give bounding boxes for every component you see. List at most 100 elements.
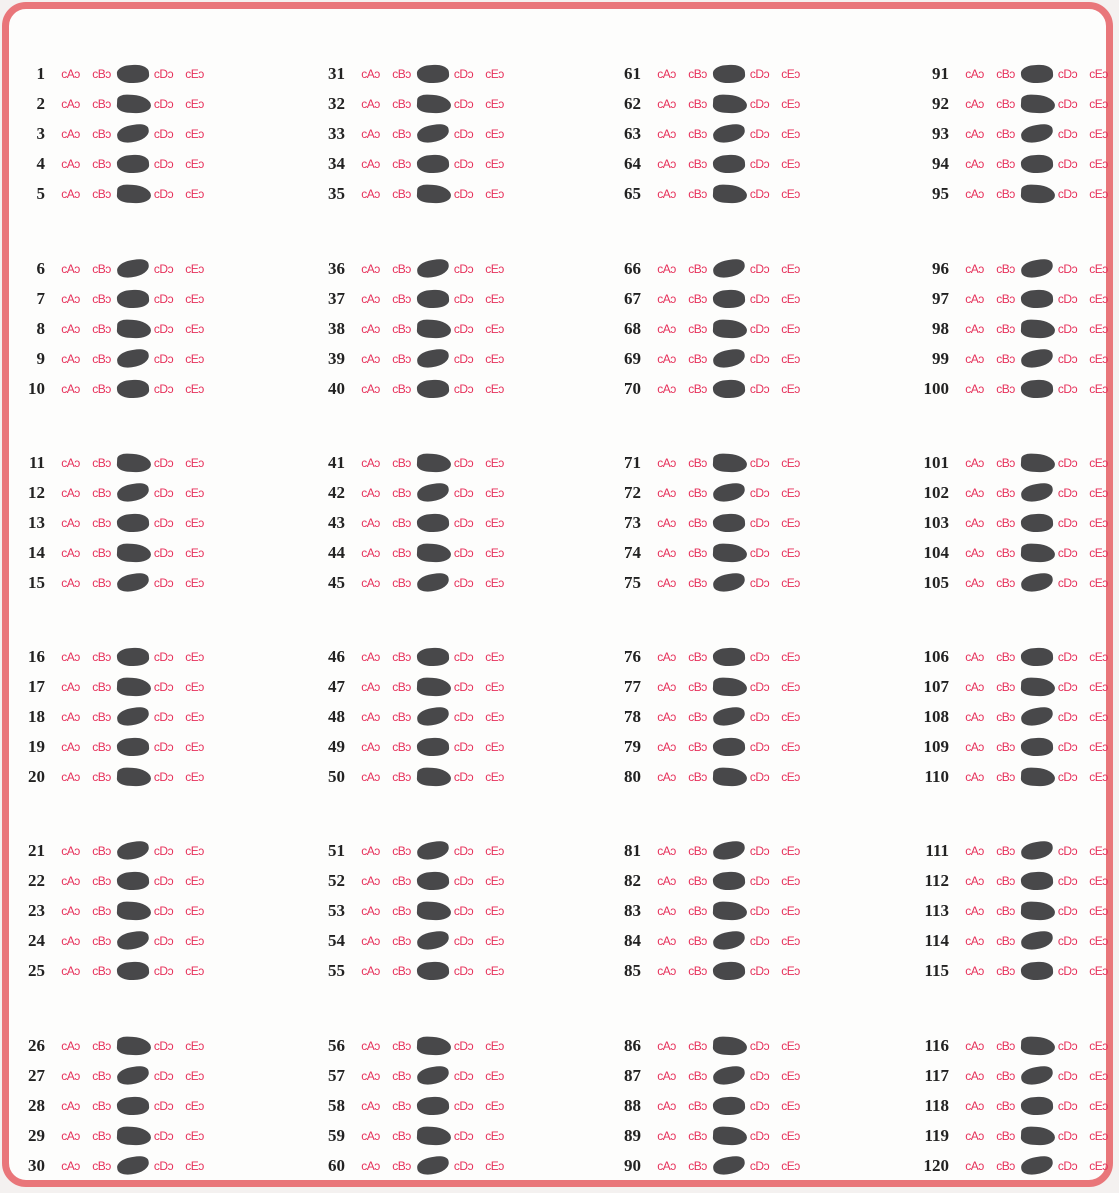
option-bubble-e[interactable]: cEɔ (1085, 962, 1112, 980)
option-bubble-e[interactable]: cEɔ (1085, 708, 1112, 726)
option-bubble-a[interactable]: cAɔ (961, 290, 988, 308)
option-bubble-a[interactable]: cAɔ (961, 768, 988, 786)
option-bubble-c[interactable] (415, 929, 451, 952)
option-bubble-e[interactable]: cEɔ (481, 320, 508, 338)
option-bubble-c[interactable] (116, 960, 150, 982)
option-bubble-d[interactable]: cDɔ (450, 260, 477, 278)
option-bubble-b[interactable]: cBɔ (684, 454, 711, 472)
option-bubble-d[interactable]: cDɔ (150, 962, 177, 980)
option-bubble-d[interactable]: cDɔ (150, 678, 177, 696)
option-bubble-a[interactable]: cAɔ (357, 125, 384, 143)
option-bubble-e[interactable]: cEɔ (777, 768, 804, 786)
option-bubble-a[interactable]: cAɔ (961, 454, 988, 472)
option-bubble-e[interactable]: cEɔ (481, 65, 508, 83)
option-bubble-c[interactable] (1020, 1095, 1054, 1117)
option-bubble-b[interactable]: cBɔ (388, 768, 415, 786)
option-bubble-d[interactable]: cDɔ (450, 962, 477, 980)
option-bubble-a[interactable]: cAɔ (653, 125, 680, 143)
option-bubble-c[interactable] (115, 929, 151, 952)
option-bubble-e[interactable]: cEɔ (181, 185, 208, 203)
option-bubble-c[interactable] (416, 63, 450, 85)
option-bubble-e[interactable]: cEɔ (1085, 350, 1112, 368)
option-bubble-c[interactable] (116, 543, 152, 563)
option-bubble-e[interactable]: cEɔ (777, 185, 804, 203)
option-bubble-b[interactable]: cBɔ (88, 648, 115, 666)
option-bubble-d[interactable]: cDɔ (450, 155, 477, 173)
option-bubble-e[interactable]: cEɔ (181, 708, 208, 726)
option-bubble-a[interactable]: cAɔ (357, 290, 384, 308)
option-bubble-e[interactable]: cEɔ (181, 320, 208, 338)
option-bubble-c[interactable] (1019, 705, 1055, 728)
option-bubble-d[interactable]: cDɔ (1054, 320, 1081, 338)
option-bubble-d[interactable]: cDɔ (150, 1097, 177, 1115)
option-bubble-b[interactable]: cBɔ (992, 932, 1019, 950)
option-bubble-d[interactable]: cDɔ (746, 185, 773, 203)
option-bubble-a[interactable]: cAɔ (653, 290, 680, 308)
option-bubble-a[interactable]: cAɔ (961, 902, 988, 920)
option-bubble-b[interactable]: cBɔ (88, 842, 115, 860)
option-bubble-a[interactable]: cAɔ (357, 842, 384, 860)
option-bubble-d[interactable]: cDɔ (150, 484, 177, 502)
option-bubble-b[interactable]: cBɔ (684, 350, 711, 368)
option-bubble-b[interactable]: cBɔ (684, 544, 711, 562)
option-bubble-e[interactable]: cEɔ (481, 454, 508, 472)
option-bubble-b[interactable]: cBɔ (388, 155, 415, 173)
option-bubble-a[interactable]: cAɔ (653, 1067, 680, 1085)
option-bubble-e[interactable]: cEɔ (1085, 125, 1112, 143)
option-bubble-c[interactable] (116, 153, 150, 175)
option-bubble-d[interactable]: cDɔ (450, 738, 477, 756)
option-bubble-e[interactable]: cEɔ (481, 768, 508, 786)
option-bubble-c[interactable] (1019, 1064, 1055, 1087)
option-bubble-b[interactable]: cBɔ (684, 842, 711, 860)
option-bubble-d[interactable]: cDɔ (150, 574, 177, 592)
option-bubble-e[interactable]: cEɔ (1085, 260, 1112, 278)
option-bubble-a[interactable]: cAɔ (961, 1157, 988, 1175)
option-bubble-c[interactable] (115, 347, 151, 370)
option-bubble-a[interactable]: cAɔ (961, 65, 988, 83)
option-bubble-b[interactable]: cBɔ (388, 678, 415, 696)
option-bubble-b[interactable]: cBɔ (684, 962, 711, 980)
option-bubble-c[interactable] (116, 646, 150, 668)
option-bubble-d[interactable]: cDɔ (150, 544, 177, 562)
option-bubble-a[interactable]: cAɔ (653, 962, 680, 980)
option-bubble-b[interactable]: cBɔ (992, 962, 1019, 980)
option-bubble-d[interactable]: cDɔ (1054, 1037, 1081, 1055)
option-bubble-a[interactable]: cAɔ (357, 1127, 384, 1145)
option-bubble-e[interactable]: cEɔ (777, 872, 804, 890)
option-bubble-d[interactable]: cDɔ (746, 290, 773, 308)
option-bubble-e[interactable]: cEɔ (777, 350, 804, 368)
option-bubble-e[interactable]: cEɔ (1085, 678, 1112, 696)
option-bubble-e[interactable]: cEɔ (777, 454, 804, 472)
option-bubble-e[interactable]: cEɔ (181, 872, 208, 890)
option-bubble-d[interactable]: cDɔ (746, 902, 773, 920)
option-bubble-c[interactable] (712, 453, 748, 473)
option-bubble-b[interactable]: cBɔ (388, 708, 415, 726)
option-bubble-e[interactable]: cEɔ (481, 932, 508, 950)
option-bubble-e[interactable]: cEɔ (777, 1157, 804, 1175)
option-bubble-c[interactable] (1019, 839, 1055, 862)
option-bubble-e[interactable]: cEɔ (481, 185, 508, 203)
option-bubble-b[interactable]: cBɔ (684, 872, 711, 890)
option-bubble-c[interactable] (1019, 571, 1055, 594)
option-bubble-c[interactable] (1019, 1154, 1055, 1177)
option-bubble-d[interactable]: cDɔ (450, 1127, 477, 1145)
option-bubble-d[interactable]: cDɔ (1054, 648, 1081, 666)
option-bubble-c[interactable] (712, 901, 748, 921)
option-bubble-e[interactable]: cEɔ (481, 95, 508, 113)
option-bubble-d[interactable]: cDɔ (150, 185, 177, 203)
option-bubble-d[interactable]: cDɔ (450, 65, 477, 83)
option-bubble-a[interactable]: cAɔ (961, 738, 988, 756)
option-bubble-e[interactable]: cEɔ (481, 962, 508, 980)
option-bubble-a[interactable]: cAɔ (653, 648, 680, 666)
option-bubble-d[interactable]: cDɔ (150, 1157, 177, 1175)
option-bubble-e[interactable]: cEɔ (181, 1067, 208, 1085)
option-bubble-d[interactable]: cDɔ (150, 290, 177, 308)
option-bubble-d[interactable]: cDɔ (150, 350, 177, 368)
option-bubble-b[interactable]: cBɔ (88, 544, 115, 562)
option-bubble-b[interactable]: cBɔ (992, 872, 1019, 890)
option-bubble-a[interactable]: cAɔ (57, 380, 84, 398)
option-bubble-b[interactable]: cBɔ (388, 932, 415, 950)
option-bubble-a[interactable]: cAɔ (57, 902, 84, 920)
option-bubble-c[interactable] (115, 1064, 151, 1087)
option-bubble-c[interactable] (416, 319, 452, 339)
